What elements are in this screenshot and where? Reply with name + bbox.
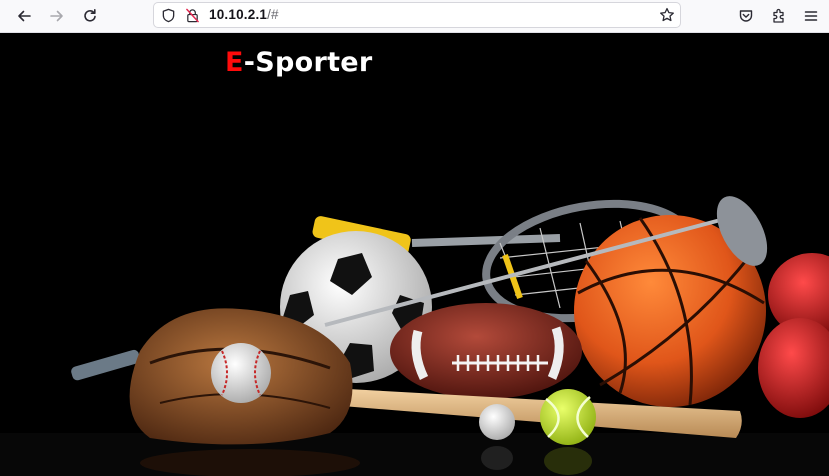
- american-football: [390, 303, 582, 399]
- forward-button[interactable]: [44, 4, 70, 28]
- url-bar[interactable]: 10.10.2.1/#: [153, 2, 681, 28]
- extensions-icon: [773, 8, 784, 23]
- url-path: /#: [267, 7, 279, 22]
- logo-accent-letter: E: [225, 47, 244, 78]
- tennis-ball: [540, 389, 596, 445]
- back-icon: [18, 10, 31, 22]
- reload-icon: [84, 9, 96, 22]
- menu-button[interactable]: [798, 4, 824, 28]
- insecure-lock-icon[interactable]: [184, 7, 200, 23]
- site-logo[interactable]: E-Sporter: [225, 47, 373, 78]
- back-button[interactable]: [11, 4, 37, 28]
- baseball: [211, 343, 271, 403]
- pocket-button[interactable]: [733, 4, 759, 28]
- reload-button[interactable]: [77, 4, 103, 28]
- url-host: 10.10.2.1: [209, 7, 268, 22]
- menu-icon: [804, 11, 818, 21]
- url-text[interactable]: 10.10.2.1/#: [209, 7, 279, 22]
- web-page: E-Sporter: [0, 33, 829, 476]
- shield-icon[interactable]: [160, 7, 176, 23]
- forward-icon: [50, 10, 63, 22]
- sports-equipment-hero-image: [0, 196, 829, 476]
- pocket-icon: [739, 10, 753, 22]
- logo-text: -Sporter: [243, 47, 373, 78]
- bookmark-star-icon[interactable]: [659, 7, 675, 23]
- extensions-button[interactable]: [766, 4, 792, 28]
- browser-toolbar: 10.10.2.1/#: [0, 0, 829, 33]
- golf-ball: [479, 404, 515, 440]
